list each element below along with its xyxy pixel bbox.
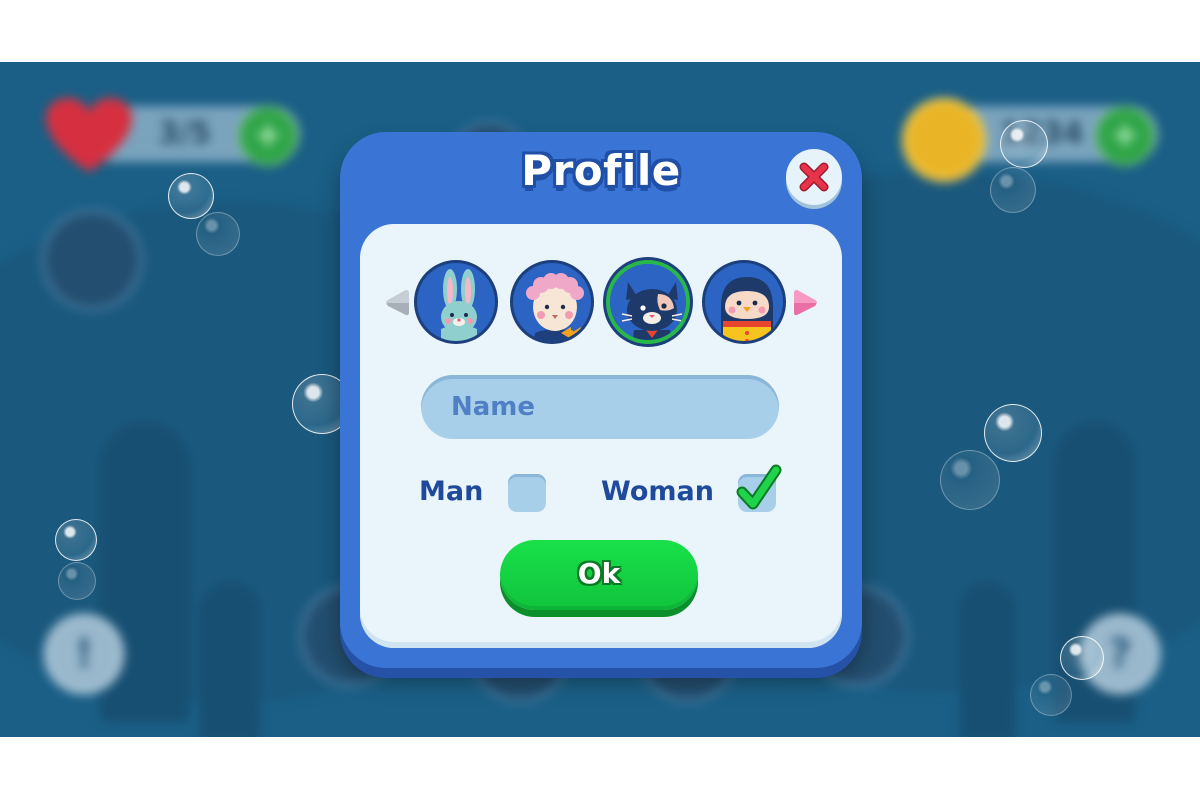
bubble-decoration	[1060, 636, 1104, 680]
sheep-icon	[526, 273, 584, 341]
ok-button-label: Ok	[577, 557, 621, 590]
name-input[interactable]	[421, 375, 779, 439]
add-coins-button: +	[1095, 106, 1155, 166]
close-x-icon	[799, 162, 829, 192]
avatar-bunny[interactable]	[414, 260, 498, 344]
add-lives-button: +	[238, 106, 298, 166]
player-avatar-disc	[40, 208, 144, 312]
man-checkbox[interactable]	[508, 474, 546, 512]
dialog-title: Profile	[521, 146, 681, 195]
avatar-cat[interactable]	[606, 260, 690, 344]
bubble-decoration	[984, 404, 1042, 462]
penguin-icon	[721, 277, 773, 341]
bubble-decoration	[940, 450, 1000, 510]
avatar-sheep[interactable]	[510, 260, 594, 344]
bubble-decoration	[1000, 120, 1048, 168]
bubble-decoration	[55, 519, 97, 561]
bunny-icon	[441, 269, 477, 341]
bubble-decoration	[1030, 674, 1072, 716]
heart-icon	[46, 98, 132, 172]
avatar-penguin[interactable]	[702, 260, 786, 344]
bubble-decoration	[168, 173, 214, 219]
background-rock	[200, 582, 260, 737]
ok-button[interactable]: Ok	[500, 540, 698, 610]
woman-checkbox[interactable]	[736, 464, 782, 512]
checkmark-icon	[736, 464, 782, 510]
coin-icon	[902, 98, 986, 182]
woman-label: Woman	[601, 476, 714, 507]
man-label: Man	[419, 476, 484, 507]
arrow-left-icon[interactable]	[384, 287, 410, 319]
lives-counter: 3/5	[158, 116, 211, 151]
bubble-decoration	[196, 212, 240, 256]
close-button[interactable]	[786, 149, 842, 205]
info-button: !	[44, 614, 124, 694]
bubble-decoration	[58, 562, 96, 600]
background-rock	[960, 582, 1015, 737]
bubble-decoration	[990, 167, 1036, 213]
arrow-right-icon[interactable]	[793, 287, 819, 319]
profile-dialog: Profile Name Man Woman Ok	[340, 132, 862, 668]
profile-panel: Man Woman Ok	[360, 224, 842, 648]
cat-icon	[610, 264, 686, 340]
